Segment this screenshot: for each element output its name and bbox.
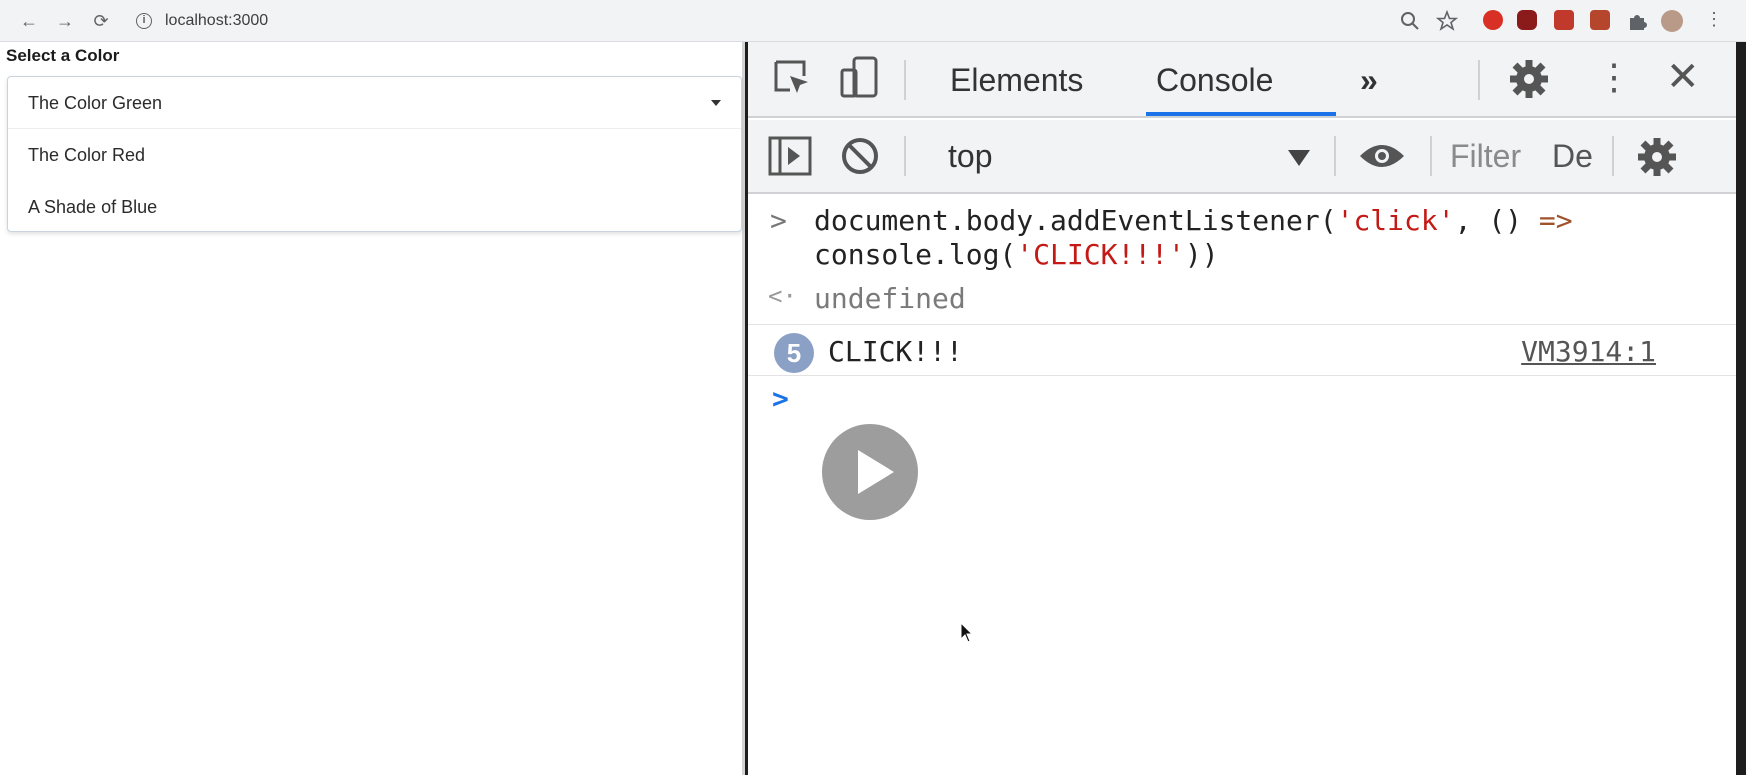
divider	[1612, 136, 1614, 176]
device-toolbar-icon[interactable]	[840, 56, 880, 100]
devtools-tabbar: Elements Console » ⋮ ✕	[748, 42, 1736, 118]
console-input-prompt-icon[interactable]: >	[772, 382, 789, 415]
tab-console[interactable]: Console	[1156, 62, 1273, 99]
repeat-count-badge: 5	[774, 333, 814, 373]
star-icon[interactable]	[1436, 10, 1458, 32]
console-message-text: CLICK!!!	[828, 335, 963, 368]
image-extension-icon[interactable]	[1590, 10, 1610, 30]
close-icon[interactable]: ✕	[1666, 54, 1700, 100]
selected-option-label: The Color Green	[28, 93, 163, 113]
code-operator: =>	[1538, 204, 1573, 237]
url-text: localhost:3000	[165, 12, 269, 29]
kebab-menu-icon[interactable]: ⋮	[1705, 9, 1723, 30]
code-token: document.body.addEventListener(	[814, 204, 1337, 237]
divider	[904, 60, 906, 100]
command-line-2: console.log('CLICK!!!'))	[814, 238, 1219, 271]
arrow-right-icon[interactable]: →	[54, 10, 76, 32]
code-string: 'click'	[1336, 204, 1455, 237]
context-dropdown-icon[interactable]	[1288, 150, 1310, 166]
settings-gear-icon[interactable]	[1508, 58, 1550, 100]
page-content: Select a Color The Color Green The Color…	[0, 42, 745, 775]
browser-toolbar: ← → ⟳ i localhost:3000 ⋮	[0, 0, 1746, 42]
clear-console-icon[interactable]	[840, 136, 880, 176]
command-chevron-icon: >	[770, 204, 787, 237]
context-selector[interactable]: top	[948, 138, 992, 175]
code-token: console.log(	[814, 238, 1017, 271]
code-token: ))	[1184, 238, 1219, 271]
puzzle-extensions-icon[interactable]	[1626, 10, 1648, 32]
more-tabs-icon[interactable]: »	[1360, 62, 1378, 99]
kebab-menu-icon[interactable]: ⋮	[1596, 56, 1632, 98]
result-arrow-icon: <·	[768, 282, 797, 310]
command-line-1: document.body.addEventListener('click', …	[814, 204, 1573, 237]
eye-live-expression-icon[interactable]	[1358, 140, 1406, 172]
zoom-icon[interactable]	[1400, 11, 1420, 31]
lastpass-extension-icon[interactable]	[1554, 10, 1574, 30]
active-tab-indicator	[1146, 112, 1336, 116]
play-icon	[858, 450, 894, 494]
select-label: Select a Color	[6, 46, 120, 65]
reload-icon[interactable]: ⟳	[90, 10, 112, 32]
ublock-extension-icon[interactable]	[1517, 10, 1537, 30]
filter-input[interactable]: Filter	[1450, 138, 1521, 175]
select-option-blue[interactable]: A Shade of Blue	[8, 181, 741, 233]
divider	[904, 136, 906, 176]
divider	[1430, 136, 1432, 176]
console-toolbar: top Filter De	[748, 120, 1736, 194]
select-current-value[interactable]: The Color Green	[8, 77, 741, 129]
opera-extension-icon[interactable]	[1483, 10, 1503, 30]
divider	[1334, 136, 1336, 176]
color-select[interactable]: The Color Green The Color Red A Shade of…	[7, 76, 742, 232]
console-output[interactable]: > document.body.addEventListener('click'…	[748, 194, 1736, 775]
inspect-element-icon[interactable]	[772, 58, 812, 98]
console-settings-gear-icon[interactable]	[1636, 136, 1678, 178]
caret-down-icon[interactable]	[711, 100, 721, 106]
video-play-button[interactable]	[822, 424, 918, 520]
info-icon[interactable]: i	[136, 13, 152, 29]
result-value: undefined	[814, 282, 966, 315]
devtools-panel: Elements Console » ⋮ ✕ top Filter De > d…	[748, 42, 1736, 775]
tab-elements[interactable]: Elements	[950, 62, 1083, 99]
arrow-left-icon[interactable]: ←	[18, 10, 40, 32]
console-message-row: 5 CLICK!!! VM3914:1	[748, 324, 1736, 376]
avatar[interactable]	[1661, 10, 1683, 32]
mouse-cursor-icon	[960, 622, 974, 643]
show-sidebar-icon[interactable]	[768, 136, 812, 176]
option-label: The Color Red	[28, 145, 146, 165]
message-source-link[interactable]: VM3914:1	[1521, 335, 1656, 368]
log-levels-dropdown[interactable]: De	[1552, 138, 1604, 175]
select-option-red[interactable]: The Color Red	[8, 129, 741, 181]
divider	[1478, 60, 1480, 100]
code-token: , ()	[1454, 204, 1539, 237]
option-label: A Shade of Blue	[28, 197, 158, 217]
code-string: 'CLICK!!!'	[1016, 238, 1185, 271]
